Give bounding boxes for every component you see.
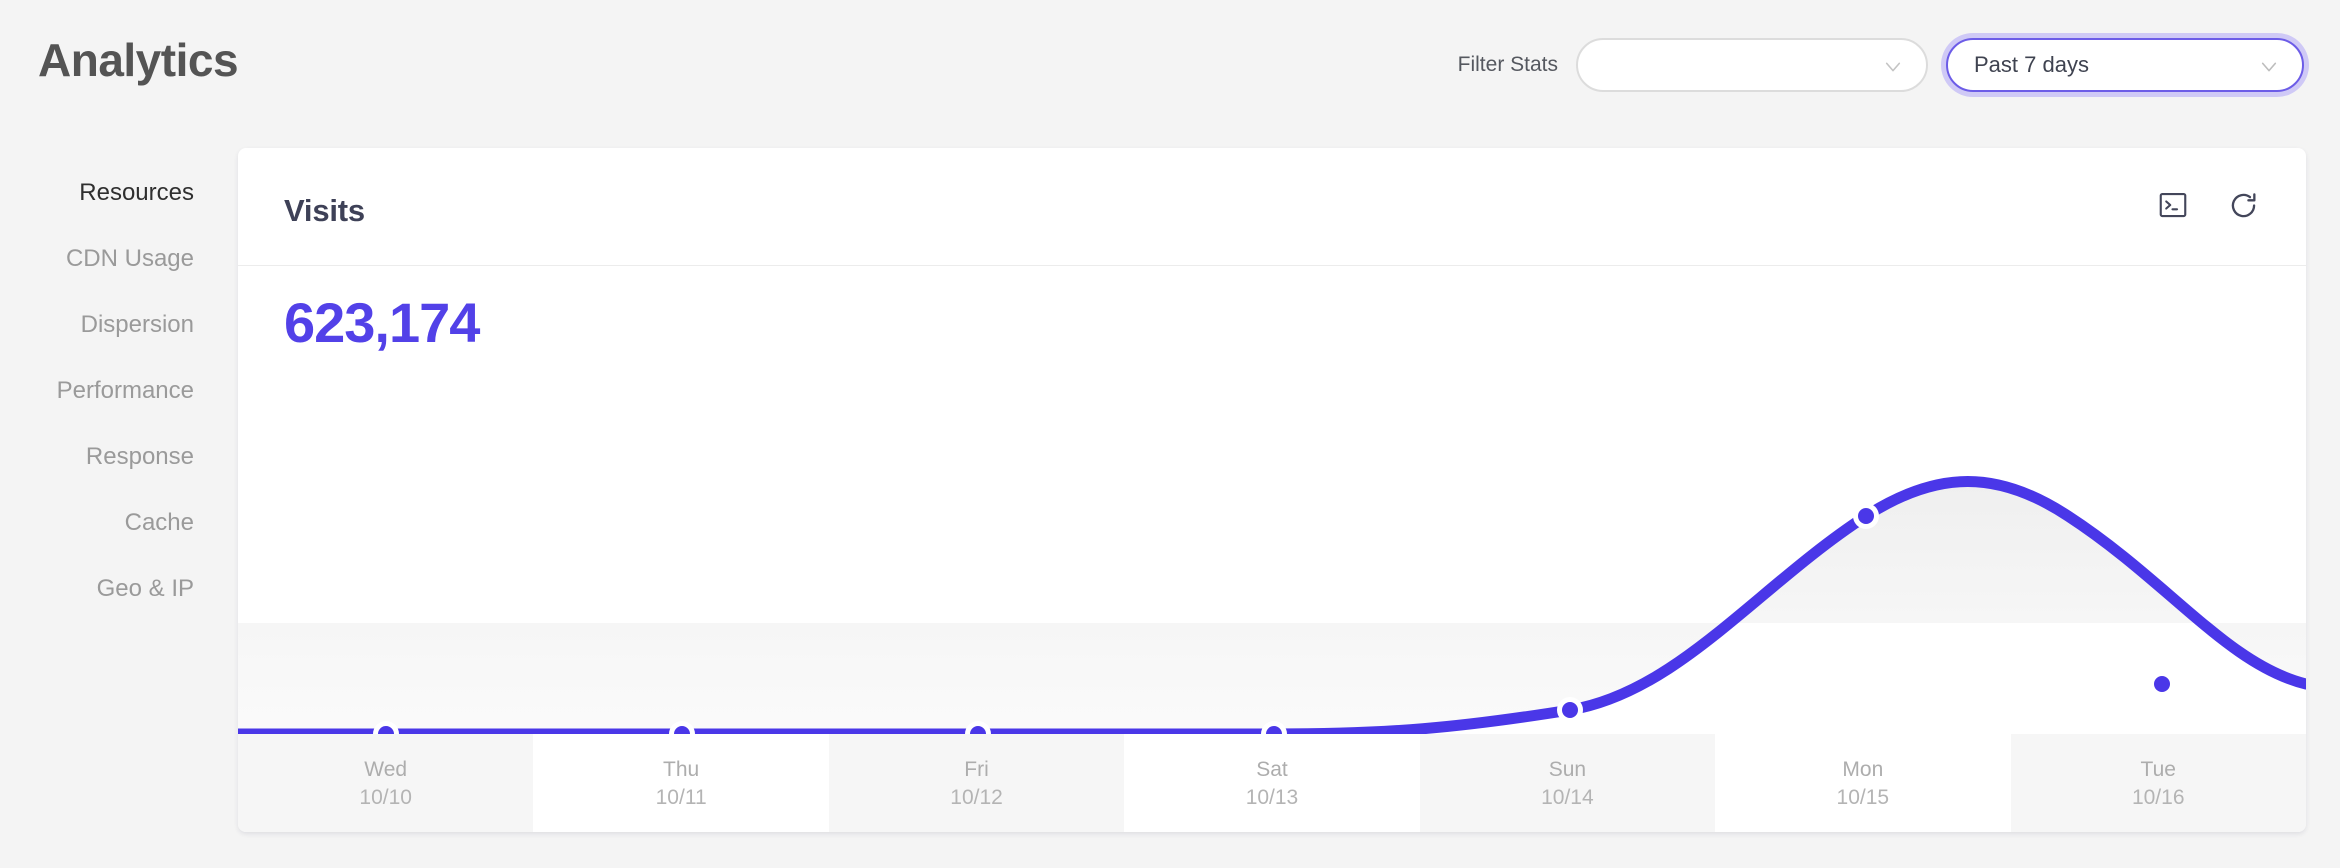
sidebar-item-geo-ip[interactable]: Geo & IP [97, 556, 210, 622]
x-axis-date: 10/14 [1541, 785, 1594, 809]
x-axis-day: Fri [964, 757, 989, 781]
card-title: Visits [284, 193, 365, 228]
sidebar-nav: Resources CDN Usage Dispersion Performan… [0, 160, 210, 622]
x-axis-day: Mon [1842, 757, 1884, 781]
sidebar-item-label: Response [85, 443, 194, 470]
x-axis-tick[interactable]: Tue 10/16 [2010, 734, 2306, 832]
top-bar: Analytics Filter Stats Past 7 days [0, 0, 2340, 148]
x-axis-date: 10/13 [1245, 785, 1299, 809]
x-axis-date: 10/11 [655, 785, 707, 809]
x-axis-day: Thu [663, 757, 700, 781]
sidebar-item-label: CDN Usage [65, 245, 194, 272]
x-axis-date: 10/10 [359, 785, 412, 809]
visits-line-chart-svg [238, 476, 2306, 734]
x-axis-day: Sun [1548, 757, 1587, 781]
sidebar-item-cdn-usage[interactable]: CDN Usage [66, 226, 210, 292]
x-axis-day: Wed [364, 757, 408, 781]
sidebar-item-dispersion[interactable]: Dispersion [81, 292, 210, 358]
sidebar-item-label: Cache [124, 509, 194, 536]
date-range-select[interactable]: Past 7 days [1946, 38, 2304, 92]
filter-stats-select[interactable] [1576, 38, 1928, 92]
terminal-icon[interactable] [2156, 188, 2190, 222]
x-axis-tick[interactable]: Mon 10/15 [1715, 734, 2011, 832]
filter-controls: Filter Stats Past 7 days [1458, 38, 2304, 92]
sidebar-item-cache[interactable]: Cache [125, 490, 210, 556]
x-axis-date: 10/12 [950, 785, 1003, 809]
x-axis-tick[interactable]: Sat 10/13 [1124, 734, 1420, 832]
sidebar-item-response[interactable]: Response [86, 424, 210, 490]
sidebar-item-performance[interactable]: Performance [57, 358, 210, 424]
sidebar-item-label: Dispersion [80, 311, 194, 338]
x-axis-day: Tue [2140, 757, 2176, 781]
analytics-page: Analytics Filter Stats Past 7 days Resou… [0, 0, 2340, 868]
sidebar-item-label: Geo & IP [96, 575, 194, 602]
chart-area-fill [238, 482, 2306, 734]
x-axis-tick[interactable]: Wed 10/10 [238, 734, 534, 832]
card-actions [2156, 188, 2260, 222]
x-axis-day: Sat [1256, 757, 1288, 781]
chevron-down-icon [2260, 58, 2278, 76]
card-header: Visits [238, 148, 2306, 266]
sidebar-item-label: Performance [56, 377, 194, 404]
page-title: Analytics [38, 34, 239, 86]
sidebar-item-label: Resources [79, 179, 194, 206]
chevron-down-icon [1884, 58, 1902, 76]
x-axis-tick[interactable]: Sun 10/14 [1419, 734, 1716, 832]
x-axis-tick[interactable]: Thu 10/11 [533, 734, 829, 832]
visits-card: Visits 623,174 Wed 10/10 Thu 10/11 Fri 1… [238, 148, 2306, 832]
date-range-select-value: Past 7 days [1974, 52, 2089, 77]
x-axis-date: 10/15 [1836, 785, 1890, 809]
visits-chart [238, 267, 2306, 734]
filter-stats-label: Filter Stats [1457, 53, 1558, 76]
x-axis-tick[interactable]: Fri 10/12 [828, 734, 1125, 832]
refresh-icon[interactable] [2226, 188, 2260, 222]
x-axis-date: 10/16 [2131, 785, 2185, 809]
sidebar-item-resources[interactable]: Resources [79, 160, 210, 226]
chart-x-axis: Wed 10/10 Thu 10/11 Fri 10/12 Sat 10/13 … [238, 734, 2306, 832]
